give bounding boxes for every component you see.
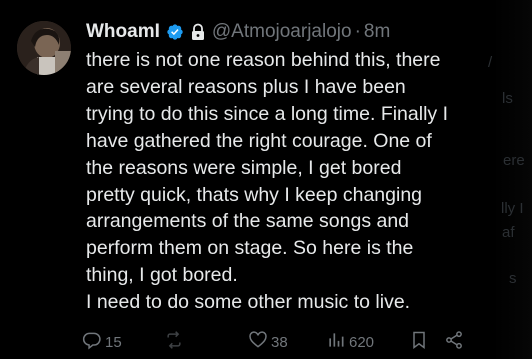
- retweet-button[interactable]: [164, 328, 187, 356]
- tweet-text-line: arrangements of the same songs and: [86, 210, 410, 233]
- views-button[interactable]: 620: [326, 328, 374, 356]
- verified-badge-icon: [166, 23, 184, 41]
- background-text: /: [488, 54, 493, 71]
- share-icon: [444, 330, 464, 354]
- avatar[interactable]: [17, 21, 71, 75]
- tweet-actions: 15 38 620: [82, 328, 482, 356]
- tweet-text-line: perform them on stage. So here is the: [86, 237, 414, 260]
- background-text: s: [509, 270, 517, 287]
- tweet-card[interactable]: WhoamI @Atmojoarjalojo · 8m there is not…: [0, 0, 532, 359]
- like-button[interactable]: 38: [248, 328, 288, 356]
- tweet-text-line: have gathered the right courage. One of: [86, 129, 432, 152]
- profile-avatar-icon: [17, 21, 71, 75]
- tweet-text: there is not one reason behind this, the…: [86, 47, 481, 316]
- tweet-text-line: I need to do some other music to live.: [86, 291, 411, 314]
- tweet-text-line: are several reasons plus I have been: [86, 75, 406, 98]
- reply-icon: [82, 330, 102, 354]
- tweet-text-line: trying to do this since a long time. Fin…: [86, 102, 448, 125]
- retweet-icon: [164, 330, 184, 354]
- tweet-text-line: thing, I got bored.: [86, 264, 238, 287]
- reply-button[interactable]: 15: [82, 328, 122, 356]
- display-name[interactable]: WhoamI: [86, 21, 160, 43]
- reply-count: 15: [105, 333, 122, 351]
- views-chart-icon: [326, 330, 346, 354]
- background-text: lly I: [501, 200, 524, 217]
- background-text: ls: [502, 90, 513, 107]
- background-text: ere: [503, 152, 525, 169]
- background-overlay: [492, 0, 532, 359]
- lock-icon: [190, 23, 206, 41]
- tweet-header: WhoamI @Atmojoarjalojo · 8m: [86, 19, 390, 45]
- tweet-text-line: the reasons were simple, I get bored: [86, 156, 402, 179]
- user-handle[interactable]: @Atmojoarjalojo: [212, 21, 352, 43]
- tweet-text-line: there is not one reason behind this, the…: [86, 49, 441, 71]
- heart-icon: [248, 330, 268, 354]
- share-button[interactable]: [444, 328, 464, 356]
- bookmark-icon: [409, 330, 429, 354]
- like-count: 38: [271, 333, 288, 351]
- separator-dot: ·: [354, 21, 361, 42]
- timestamp[interactable]: 8m: [364, 21, 390, 43]
- tweet-text-line: pretty quick, thats why I keep changing: [86, 183, 423, 206]
- bookmark-button[interactable]: [409, 328, 429, 356]
- views-count: 620: [349, 333, 375, 351]
- background-text: af: [502, 224, 515, 241]
